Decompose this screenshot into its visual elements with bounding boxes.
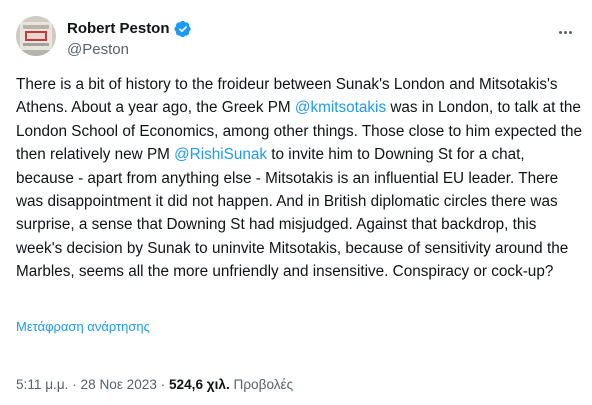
- tweet-text: There is a bit of history to the froideu…: [16, 73, 586, 284]
- author-display-name[interactable]: Robert Peston: [67, 20, 170, 38]
- mention-link-kmitsotakis[interactable]: @kmitsotakis: [295, 99, 386, 116]
- mention-link-rishisunak[interactable]: @RishiSunak: [174, 146, 267, 163]
- tweet-card: Robert Peston @Peston There is a bit of …: [0, 0, 592, 405]
- verified-badge-icon[interactable]: [174, 20, 192, 38]
- meta-separator: ·: [156, 377, 169, 392]
- avatar-photo-icon: [16, 16, 56, 56]
- more-options-button[interactable]: [554, 24, 576, 40]
- more-dot: [563, 30, 567, 34]
- author-name-row: Robert Peston: [67, 20, 192, 38]
- tweet-meta: 5:11 μ.μ. · 28 Νοε 2023 · 524,6 χιλ. Προ…: [16, 376, 293, 394]
- tweet-text-segment: to invite him to Downing St for a chat, …: [16, 146, 573, 281]
- post-date-link[interactable]: 28 Νοε 2023: [81, 377, 157, 392]
- post-time-link[interactable]: 5:11 μ.μ.: [16, 377, 68, 392]
- meta-separator: ·: [68, 377, 81, 392]
- views-count: 524,6 χιλ.: [169, 377, 230, 392]
- views-label: Προβολές: [229, 377, 294, 392]
- author-handle[interactable]: @Peston: [67, 41, 129, 59]
- more-horizontal-icon: [558, 30, 562, 34]
- more-dot: [568, 30, 572, 34]
- author-avatar[interactable]: [16, 16, 56, 56]
- translate-post-link[interactable]: Μετάφραση ανάρτησης: [16, 319, 150, 335]
